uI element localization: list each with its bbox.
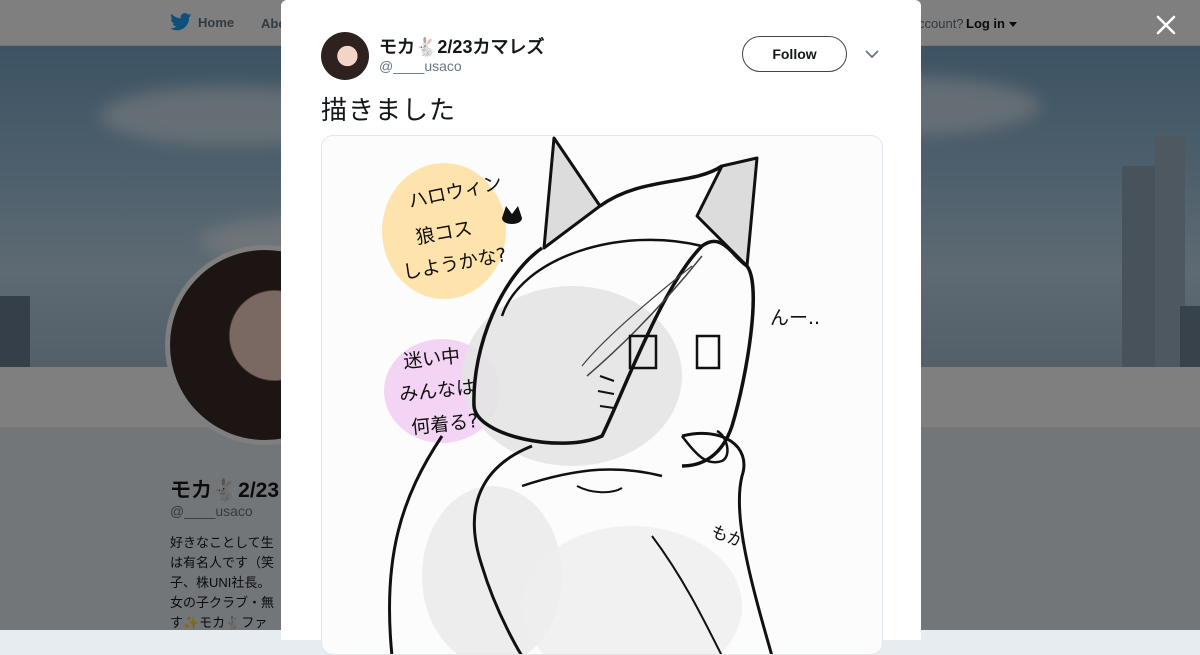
tweet-author-avatar[interactable]: [321, 32, 369, 80]
close-icon: [1156, 15, 1176, 35]
follow-button[interactable]: Follow: [742, 36, 847, 72]
tweet-options-button[interactable]: [864, 46, 880, 62]
rabbit-icon: 🐇: [415, 37, 438, 57]
drawing-illustration: ハロウィン 狼コス しようかな? 迷い中 みんなは 何着る? んー.. もか: [382, 136, 820, 654]
tweet-text: 描きました: [321, 95, 457, 125]
tweet-author-handle[interactable]: @____usaco: [379, 58, 462, 74]
author-name-prefix: モカ: [379, 37, 415, 57]
tweet-author-name[interactable]: モカ🐇2/23カマレズ: [379, 33, 544, 59]
note-hmm: んー..: [770, 307, 820, 329]
author-name-suffix: 2/23カマレズ: [437, 37, 545, 57]
tweet-modal: モカ🐇2/23カマレズ @____usaco Follow 描きました ハロウィ…: [281, 0, 921, 655]
chevron-down-icon: [865, 50, 879, 59]
close-modal-button[interactable]: [1152, 11, 1180, 39]
tweet-media-image[interactable]: ハロウィン 狼コス しようかな? 迷い中 みんなは 何着る? んー.. もか: [321, 135, 883, 655]
